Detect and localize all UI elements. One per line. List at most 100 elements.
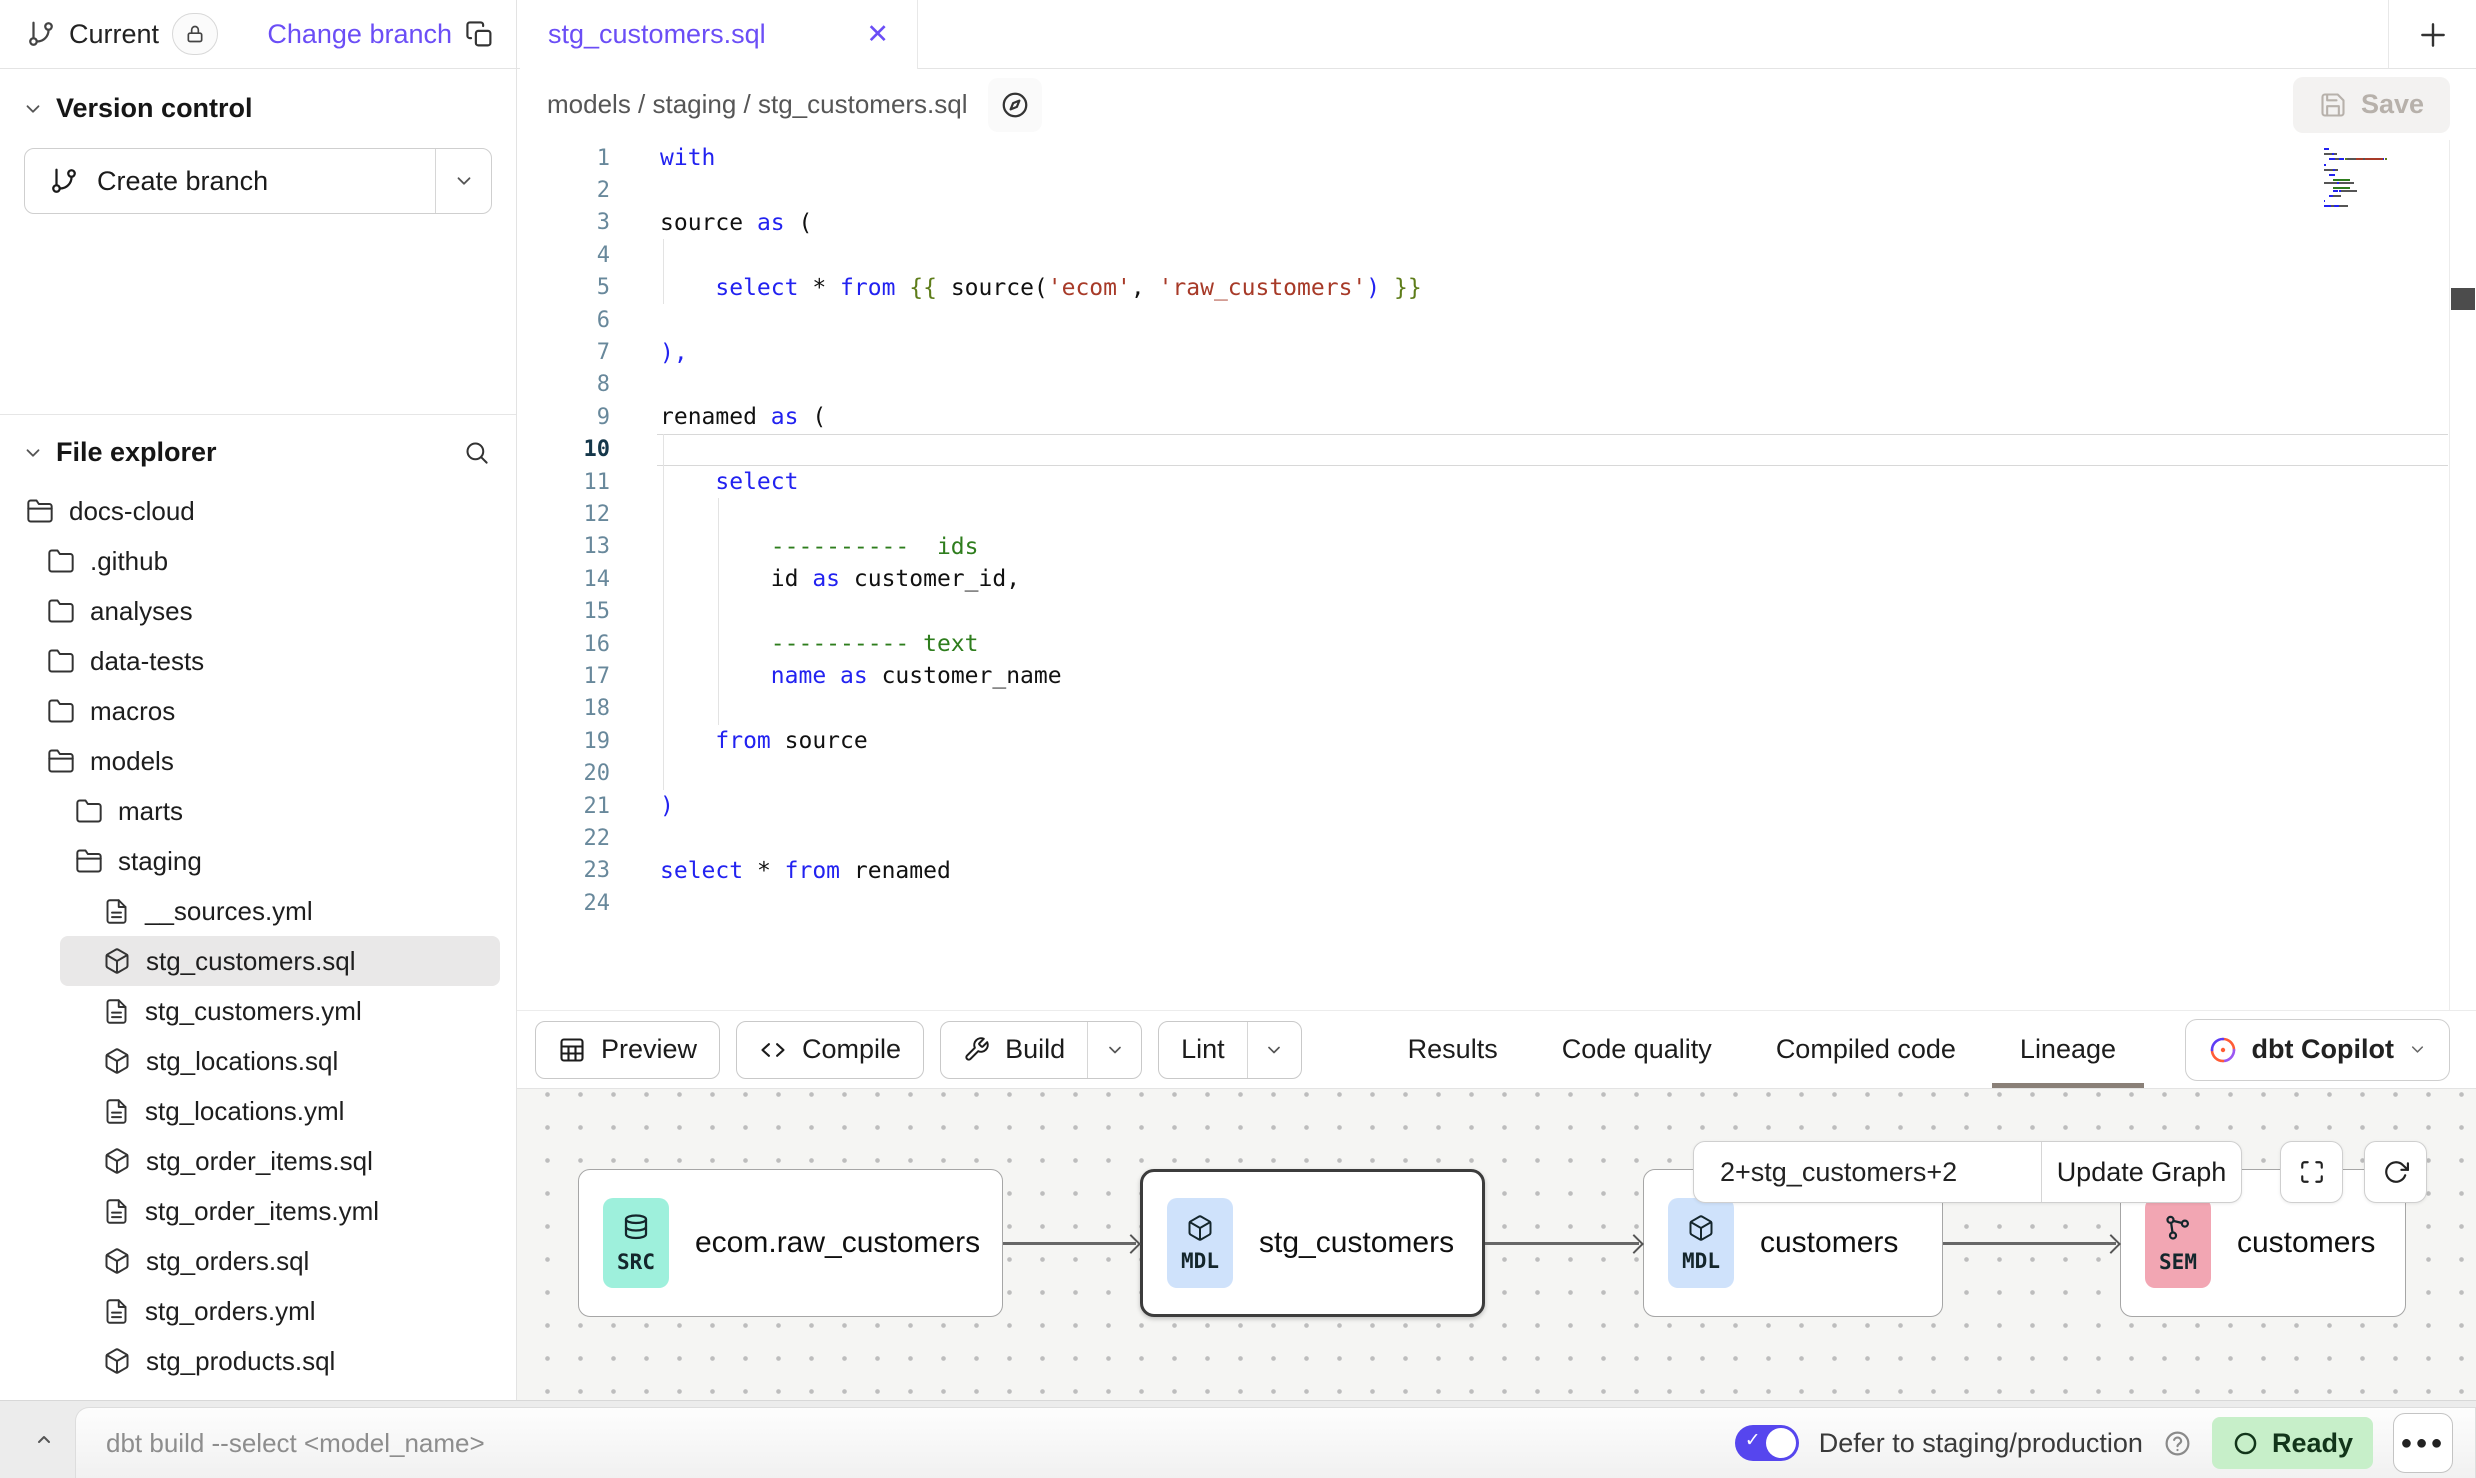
explore-button[interactable]	[988, 78, 1042, 132]
code-line[interactable]: 1with	[517, 142, 2476, 174]
compile-button[interactable]: Compile	[736, 1021, 924, 1079]
file-tree-item[interactable]: stg_locations.yml	[0, 1086, 516, 1136]
file-tree-item[interactable]: stg_orders.yml	[0, 1286, 516, 1336]
file-tree-item[interactable]: analyses	[0, 586, 516, 636]
build-dropdown[interactable]	[1087, 1022, 1141, 1078]
scrollbar-thumb[interactable]	[2451, 288, 2475, 310]
file-name: macros	[90, 696, 175, 727]
file-tree-item[interactable]: stg_order_items.sql	[0, 1136, 516, 1186]
build-button[interactable]: Build	[940, 1021, 1142, 1079]
file-tree-item[interactable]: stg_locations.sql	[0, 1036, 516, 1086]
more-options-button[interactable]: ●●●	[2393, 1413, 2453, 1473]
file-tree-item[interactable]: marts	[0, 786, 516, 836]
sidebar: Current Change branch Version control Cr…	[0, 0, 517, 1400]
fullscreen-button[interactable]	[2280, 1141, 2343, 1203]
folder-open-icon	[47, 747, 75, 775]
line-number: 2	[517, 178, 610, 203]
update-graph-button[interactable]: Update Graph	[2041, 1142, 2241, 1202]
line-number: 20	[517, 761, 610, 786]
file-tree-item[interactable]: stg_customers.sql	[60, 936, 500, 986]
refresh-button[interactable]	[2364, 1141, 2427, 1203]
expand-command-bar-button[interactable]	[18, 1401, 70, 1478]
line-number: 5	[517, 275, 610, 300]
create-branch-button[interactable]: Create branch	[24, 148, 492, 214]
preview-button[interactable]: Preview	[535, 1021, 720, 1079]
code-line[interactable]: 18	[517, 693, 2476, 725]
version-control-header[interactable]: Version control	[0, 69, 516, 134]
minimap[interactable]	[2324, 148, 2378, 210]
line-number: 8	[517, 372, 610, 397]
code-line[interactable]: 12	[517, 498, 2476, 530]
lint-button[interactable]: Lint	[1158, 1021, 1302, 1079]
file-tree-item[interactable]: docs-cloud	[0, 486, 516, 536]
panel-tab-compiled-code[interactable]: Compiled code	[1772, 1011, 1960, 1088]
help-icon[interactable]	[2163, 1429, 2192, 1458]
file-tree-item[interactable]: .github	[0, 536, 516, 586]
file-name: stg_customers.yml	[145, 996, 362, 1027]
line-number: 3	[517, 210, 610, 235]
create-branch-main[interactable]: Create branch	[25, 149, 435, 213]
panel-tab-results[interactable]: Results	[1404, 1011, 1502, 1088]
file-tree-item[interactable]: models	[0, 736, 516, 786]
code-line[interactable]: 19 from source	[517, 725, 2476, 757]
lineage-panel[interactable]: SRCecom.raw_customersMDLstg_customersMDL…	[517, 1088, 2476, 1400]
create-branch-dropdown[interactable]	[435, 149, 491, 213]
lint-dropdown[interactable]	[1247, 1022, 1301, 1078]
close-icon[interactable]: ✕	[866, 19, 889, 50]
file-tree-item[interactable]: stg_order_items.yml	[0, 1186, 516, 1236]
tab-stg-customers[interactable]: stg_customers.sql ✕	[520, 0, 918, 69]
code-line[interactable]: 16 ---------- text	[517, 628, 2476, 660]
code-editor[interactable]: 1with 2 3source as (45 select * from {{ so…	[517, 140, 2476, 1010]
search-icon[interactable]	[463, 439, 490, 466]
code-line[interactable]: 24	[517, 887, 2476, 919]
file-tree-item[interactable]: staging	[0, 836, 516, 886]
code-line[interactable]: 20	[517, 757, 2476, 789]
code-line[interactable]: 14 id as customer_id,	[517, 563, 2476, 595]
lineage-node-ecom-raw_customers[interactable]: SRCecom.raw_customers	[578, 1169, 1003, 1317]
defer-toggle[interactable]: ✓	[1735, 1425, 1799, 1461]
code-line[interactable]: 13 ---------- ids	[517, 531, 2476, 563]
breadcrumb-row: models / staging / stg_customers.sql Sav…	[517, 69, 2476, 140]
code-line[interactable]: 23select * from renamed	[517, 855, 2476, 887]
code-line[interactable]: 8	[517, 369, 2476, 401]
code-line[interactable]: 4	[517, 239, 2476, 271]
code-line[interactable]: 15	[517, 595, 2476, 627]
change-branch-link[interactable]: Change branch	[267, 19, 452, 50]
code-line[interactable]: 21)	[517, 790, 2476, 822]
editor-scrollbar[interactable]	[2449, 140, 2476, 1010]
status-badge[interactable]: Ready	[2212, 1417, 2373, 1469]
dbt-copilot-button[interactable]: dbt Copilot	[2185, 1019, 2450, 1081]
file-tree-item[interactable]: stg_orders.sql	[0, 1236, 516, 1286]
line-number: 22	[517, 826, 610, 851]
new-tab-button[interactable]	[2388, 0, 2476, 69]
command-input[interactable]: dbt build --select <model_name> ✓ Defer …	[75, 1407, 2476, 1478]
code-line[interactable]: 3source as (	[517, 207, 2476, 239]
line-number: 18	[517, 696, 610, 721]
lineage-edge	[1943, 1235, 2120, 1251]
code-line[interactable]: 10	[517, 434, 2476, 466]
copy-icon[interactable]	[465, 20, 494, 49]
code-line[interactable]: 5 select * from {{ source('ecom', 'raw_c…	[517, 272, 2476, 304]
code-line[interactable]: 22	[517, 822, 2476, 854]
save-icon	[2319, 91, 2347, 119]
code-line[interactable]: 6	[517, 304, 2476, 336]
code-line[interactable]: 7),	[517, 336, 2476, 368]
code-line[interactable]: 11 select	[517, 466, 2476, 498]
code-line[interactable]: 2	[517, 174, 2476, 206]
file-tree-item[interactable]: __sources.yml	[0, 886, 516, 936]
lineage-node-stg_customers[interactable]: MDLstg_customers	[1140, 1169, 1485, 1317]
file-tree-item[interactable]: stg_customers.yml	[0, 986, 516, 1036]
code-line[interactable]: 9renamed as (	[517, 401, 2476, 433]
panel-tab-code-quality[interactable]: Code quality	[1558, 1011, 1716, 1088]
copilot-logo-icon	[2208, 1035, 2238, 1065]
lineage-filter-input[interactable]: 2+stg_customers+2	[1694, 1142, 2041, 1202]
file-tree-item[interactable]: macros	[0, 686, 516, 736]
file-tree-item[interactable]: stg_products.sql	[0, 1336, 516, 1386]
code-line[interactable]: 17 name as customer_name	[517, 660, 2476, 692]
file-tree-item[interactable]: data-tests	[0, 636, 516, 686]
file-name: analyses	[90, 596, 193, 627]
save-button[interactable]: Save	[2293, 77, 2450, 133]
file-explorer-header[interactable]: File explorer	[0, 415, 516, 480]
copilot-label: dbt Copilot	[2252, 1034, 2394, 1065]
panel-tab-lineage[interactable]: Lineage	[2016, 1011, 2120, 1088]
